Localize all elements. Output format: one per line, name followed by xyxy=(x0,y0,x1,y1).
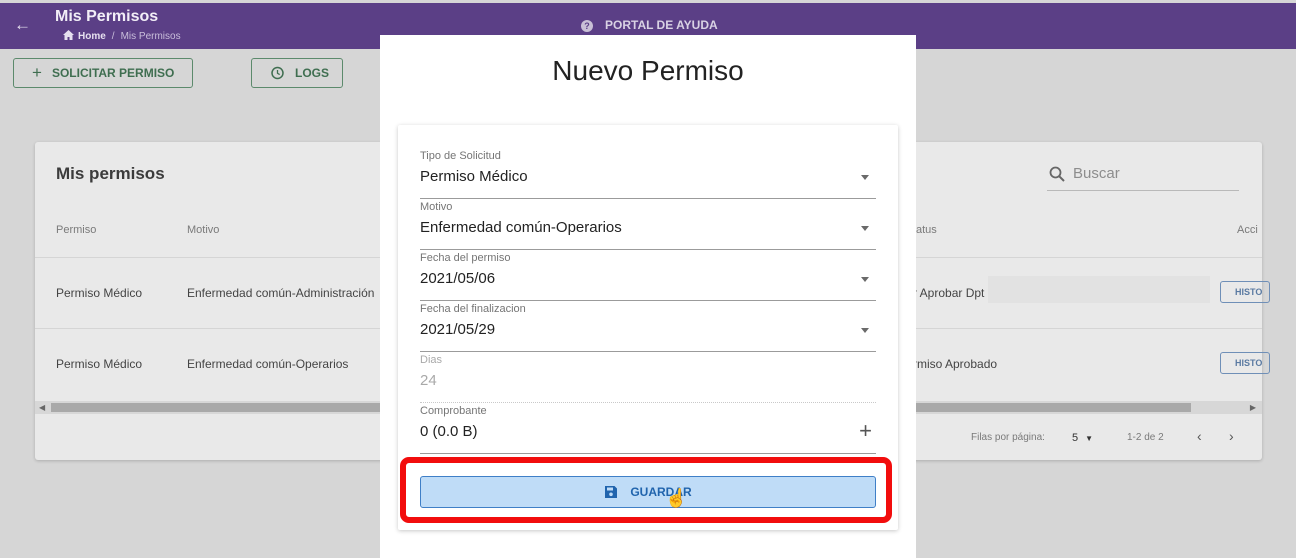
reason-select[interactable]: Motivo Enfermedad común-Operarios xyxy=(420,198,876,250)
history-button[interactable]: HISTO xyxy=(1220,352,1270,374)
plus-icon: + xyxy=(32,63,42,82)
help-icon: ? xyxy=(581,20,593,32)
breadcrumb-home-link[interactable]: Home xyxy=(78,31,106,42)
days-field: Dias 24 xyxy=(420,351,876,403)
field-value: 2021/05/29 xyxy=(420,321,496,338)
rows-per-page-select[interactable]: 5 ▼ xyxy=(1072,432,1093,444)
dialog-title: Nuevo Permiso xyxy=(552,55,744,86)
add-file-icon[interactable]: + xyxy=(859,418,872,444)
hand-cursor-icon: ☝ xyxy=(665,488,688,508)
search-field[interactable]: Buscar xyxy=(1047,158,1239,191)
column-header-acciones: Acci xyxy=(1237,224,1258,236)
help-portal-link[interactable]: ? PORTAL DE AYUDA xyxy=(581,18,718,32)
redacted-area xyxy=(988,276,1210,303)
search-icon xyxy=(1049,166,1065,182)
cell-permiso: Permiso Médico xyxy=(56,357,143,371)
cell-motivo: Enfermedad común-Administración xyxy=(187,286,375,300)
scroll-right-icon[interactable]: ▶ xyxy=(1250,401,1256,414)
field-label: Dias xyxy=(420,354,443,366)
dropdown-arrow-icon xyxy=(861,226,869,231)
pagination-range: 1-2 de 2 xyxy=(1127,432,1164,443)
prev-page-icon[interactable]: ‹ xyxy=(1197,428,1202,444)
field-label: Fecha del finalizacion xyxy=(420,303,526,315)
field-value: 24 xyxy=(420,372,437,389)
logs-label: LOGS xyxy=(295,66,330,80)
highlight-box xyxy=(400,457,892,523)
field-label: Fecha del permiso xyxy=(420,252,511,264)
breadcrumb: Home / Mis Permisos xyxy=(63,30,181,42)
breadcrumb-current: Mis Permisos xyxy=(120,31,181,42)
start-date-field[interactable]: Fecha del permiso 2021/05/06 xyxy=(420,249,876,301)
rows-per-page-label: Filas por página: xyxy=(971,432,1045,443)
page-title: Mis Permisos xyxy=(55,8,159,25)
field-label: Tipo de Solicitud xyxy=(420,150,501,162)
receipt-upload-field[interactable]: Comprobante 0 (0.0 B) + xyxy=(420,402,876,454)
column-header-status[interactable]: atus xyxy=(916,224,937,236)
field-value: 0 (0.0 B) xyxy=(420,423,478,440)
rows-per-page-value: 5 xyxy=(1072,432,1079,444)
cell-status: rmiso Aprobado xyxy=(913,357,998,371)
history-button[interactable]: HISTO xyxy=(1220,281,1270,303)
history-icon xyxy=(271,66,284,80)
request-permit-label: SOLICITAR PERMISO xyxy=(51,66,175,80)
dropdown-arrow-icon xyxy=(861,175,869,180)
request-type-select[interactable]: Tipo de Solicitud Permiso Médico xyxy=(420,147,876,199)
field-value: Enfermedad común-Operarios xyxy=(420,219,622,236)
column-header-permiso[interactable]: Permiso xyxy=(56,224,96,236)
search-placeholder: Buscar xyxy=(1073,165,1120,182)
next-page-icon[interactable]: › xyxy=(1229,428,1234,444)
scroll-left-icon[interactable]: ◀ xyxy=(39,401,45,414)
cell-status: r Aprobar Dpt xyxy=(913,286,985,300)
card-title: Mis permisos xyxy=(56,164,165,183)
field-value: Permiso Médico xyxy=(420,168,528,185)
logs-button[interactable]: LOGS xyxy=(251,58,343,88)
end-date-field[interactable]: Fecha del finalizacion 2021/05/29 xyxy=(420,300,876,352)
help-portal-label: PORTAL DE AYUDA xyxy=(605,18,718,32)
field-label: Comprobante xyxy=(420,405,487,417)
breadcrumb-separator: / xyxy=(111,31,115,42)
field-label: Motivo xyxy=(420,201,453,213)
back-arrow-icon[interactable]: ← xyxy=(14,15,31,35)
home-icon xyxy=(63,30,74,40)
cell-permiso: Permiso Médico xyxy=(56,286,143,300)
dropdown-arrow-icon xyxy=(861,277,869,282)
dropdown-arrow-icon: ▼ xyxy=(1085,434,1094,443)
field-value: 2021/05/06 xyxy=(420,270,496,287)
column-header-motivo[interactable]: Motivo xyxy=(187,224,219,236)
request-permit-button[interactable]: + SOLICITAR PERMISO xyxy=(13,58,193,88)
dropdown-arrow-icon xyxy=(861,328,869,333)
cell-motivo: Enfermedad común-Operarios xyxy=(187,357,349,371)
